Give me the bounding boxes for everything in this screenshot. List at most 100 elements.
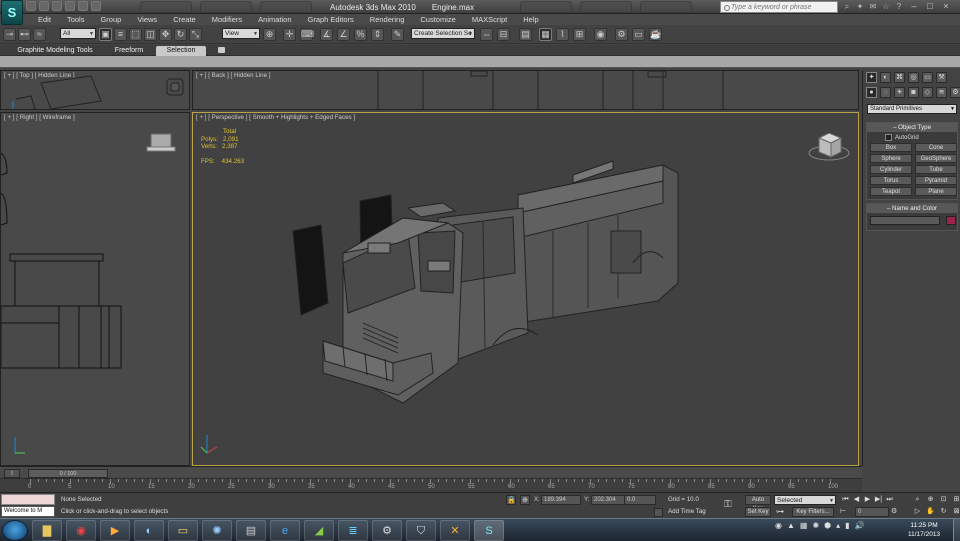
tray-icon[interactable]: ⬢ (824, 521, 831, 530)
curve-editor-icon[interactable]: ⌇ (556, 28, 569, 41)
key-icon[interactable]: ⚿ (724, 499, 732, 510)
tray-icon[interactable]: ▴ (836, 521, 840, 530)
volume-icon[interactable]: 🔊 (855, 521, 865, 530)
autogrid-checkbox[interactable] (885, 134, 892, 141)
lights-icon[interactable]: ☀ (894, 87, 905, 98)
media-center-taskbar-icon[interactable]: ◐ (134, 520, 164, 541)
menu-views[interactable]: Views (129, 14, 165, 25)
selection-filter-dropdown[interactable]: All (60, 28, 96, 39)
key-mode-toggle-icon[interactable]: ⊢ (840, 507, 852, 517)
named-selection-dropdown[interactable]: Create Selection Se (411, 28, 475, 39)
maxscript-listener[interactable] (1, 494, 55, 505)
go-to-start-icon[interactable]: ⏮ (840, 495, 851, 505)
media-player-taskbar-icon[interactable]: ▶ (100, 520, 130, 541)
menu-animation[interactable]: Animation (250, 14, 299, 25)
select-move-icon[interactable]: ✥ (159, 28, 172, 41)
primitive-box-button[interactable]: Box (870, 143, 912, 152)
folder-taskbar-icon[interactable]: ▭ (168, 520, 198, 541)
fire-truck-model[interactable] (193, 113, 859, 466)
pan-icon[interactable]: ✋ (925, 507, 936, 517)
menu-customize[interactable]: Customize (412, 14, 463, 25)
project-folder-icon[interactable] (91, 1, 101, 11)
zoom-icon[interactable]: ⌕ (912, 495, 923, 505)
bind-space-warp-icon[interactable]: ≈ (33, 28, 46, 41)
undo-icon[interactable] (65, 1, 75, 11)
material-editor-icon[interactable]: ◉ (594, 28, 607, 41)
explorer-taskbar-icon[interactable]: ▇ (32, 520, 62, 541)
keyboard-shortcut-icon[interactable]: ⌨ (300, 28, 314, 41)
add-time-tag[interactable]: Add Time Tag (668, 508, 706, 515)
viewport-perspective[interactable]: [ + ] [ Perspective ] [ Smooth + Highlig… (192, 112, 859, 466)
maxscript-mini-listener[interactable]: Welcome to M (1, 506, 55, 517)
window-crossing-icon[interactable]: ◫ (144, 28, 157, 41)
steam-taskbar-icon[interactable]: ⚙ (372, 520, 402, 541)
maximize-icon[interactable]: □ (924, 1, 936, 12)
select-rotate-icon[interactable]: ↻ (174, 28, 187, 41)
viewport-top[interactable]: [ + ] [ Top ] [ Hidden Line ] (0, 70, 190, 110)
3dsmax-taskbar-icon[interactable]: S (474, 520, 504, 541)
subscription-icon[interactable]: ✦ (855, 1, 865, 12)
rect-selection-icon[interactable]: ⬚ (129, 28, 142, 41)
primitive-pyramid-button[interactable]: Pyramid (915, 176, 957, 185)
tab-graphite-modeling-tools[interactable]: Graphite Modeling Tools (10, 46, 100, 56)
viewcube[interactable] (808, 132, 850, 161)
snaps-toggle-icon[interactable]: ∡ (320, 28, 333, 41)
save-file-icon[interactable] (52, 1, 62, 11)
align-icon[interactable]: ⊟ (497, 28, 510, 41)
rollout-header[interactable]: – Name and Color (867, 204, 957, 213)
communication-icon[interactable]: ✉ (868, 1, 878, 12)
play-icon[interactable]: ▶ (862, 495, 873, 505)
show-desktop-button[interactable] (953, 519, 960, 541)
rendered-frame-icon[interactable]: ▭ (632, 28, 645, 41)
close-icon[interactable]: × (940, 1, 952, 12)
mirror-icon[interactable]: ⇔ (480, 28, 493, 41)
go-to-end-icon[interactable]: ⏭ (884, 495, 895, 505)
select-object-icon[interactable]: ▣ (99, 28, 112, 41)
time-slider[interactable]: 0 / 100 (28, 469, 108, 478)
viewport-back[interactable]: [ + ] [ Back ] [ Hidden Line ] (192, 70, 859, 110)
object-name-input[interactable] (870, 216, 940, 225)
primitive-cylinder-button[interactable]: Cylinder (870, 165, 912, 174)
hierarchy-panel-icon[interactable]: ⌘ (894, 72, 905, 83)
auto-key-button[interactable]: Auto Key (745, 495, 771, 512)
nvidia-taskbar-icon[interactable]: ◢ (304, 520, 334, 541)
primitive-tube-button[interactable]: Tube (915, 165, 957, 174)
object-color-swatch[interactable] (946, 216, 956, 225)
tab-freeform[interactable]: Freeform (106, 46, 152, 56)
primitive-torus-button[interactable]: Torus (870, 176, 912, 185)
key-mode-dropdown[interactable]: Selected (774, 495, 836, 506)
link-icon[interactable]: ⊸ (3, 28, 16, 41)
modify-panel-icon[interactable]: ◐ (880, 72, 891, 83)
zoom-extents-all-icon[interactable]: ⊞ (951, 495, 960, 505)
mini-curve-editor-icon[interactable]: ⌇ (4, 469, 20, 478)
geometry-icon[interactable]: ● (866, 87, 877, 98)
z-coordinate-field[interactable]: 0.0 (624, 495, 656, 505)
motion-panel-icon[interactable]: ◎ (908, 72, 919, 83)
x-coordinate-field[interactable]: 189.394 (541, 495, 581, 505)
rollout-header[interactable]: – Object Type (867, 123, 957, 132)
new-file-icon[interactable] (26, 1, 36, 11)
angle-snap-icon[interactable]: ∠ (337, 28, 350, 41)
menu-modifiers[interactable]: Modifiers (204, 14, 250, 25)
select-scale-icon[interactable]: ⤡ (189, 28, 202, 41)
help-search-input[interactable]: Type a keyword or phrase (720, 1, 838, 13)
primitive-plane-button[interactable]: Plane (915, 187, 957, 196)
key-filters-button[interactable]: Key Filters... (792, 507, 834, 517)
graphite-toggle-icon[interactable]: ▦ (539, 28, 552, 41)
select-manipulate-icon[interactable]: ✛ (283, 28, 296, 41)
tray-icon[interactable]: ✺ (812, 521, 819, 530)
zoom-extents-icon[interactable]: ⊡ (938, 495, 949, 505)
time-configuration-icon[interactable]: ⚙ (891, 507, 903, 517)
system-clock[interactable]: 11:25 PM 11/17/2013 (908, 521, 940, 539)
menu-edit[interactable]: Edit (30, 14, 59, 25)
wmp-taskbar-icon[interactable]: ≣ (338, 520, 368, 541)
set-key-button[interactable]: Set Key (745, 507, 771, 517)
current-frame-field[interactable]: 0 (855, 507, 889, 517)
pivot-center-icon[interactable]: ⊕ (263, 28, 276, 41)
display-panel-icon[interactable]: ▭ (922, 72, 933, 83)
layer-manager-icon[interactable]: ▤ (519, 28, 532, 41)
open-file-icon[interactable] (39, 1, 49, 11)
reference-coordinate-dropdown[interactable]: View (222, 28, 260, 39)
helpers-icon[interactable]: ◇ (922, 87, 933, 98)
tray-icon[interactable]: ▮ (845, 521, 849, 530)
